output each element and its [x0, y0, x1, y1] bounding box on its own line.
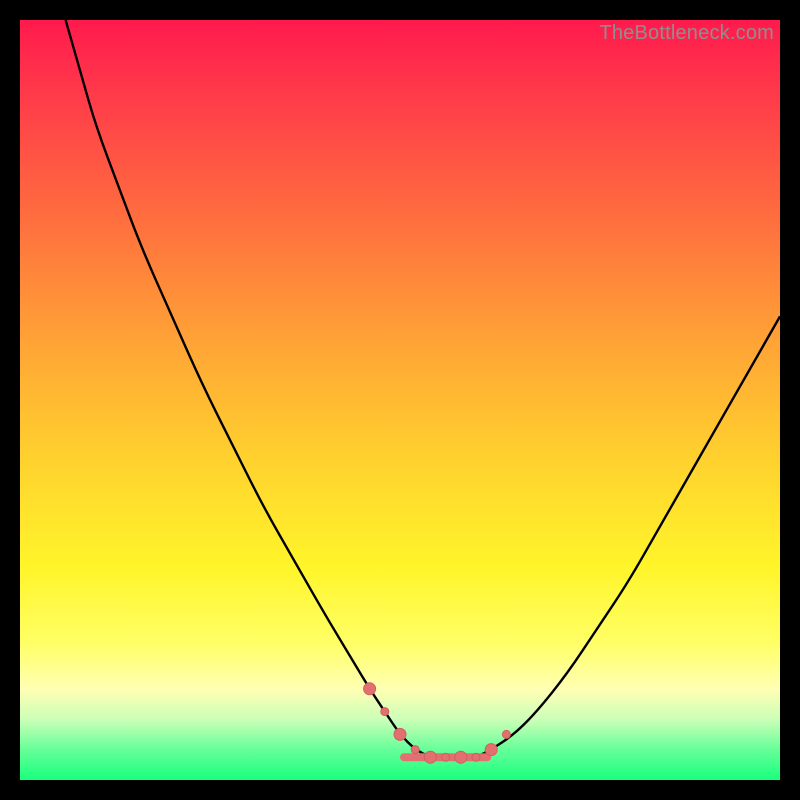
- chart-frame: TheBottleneck.com: [20, 20, 780, 780]
- watermark-text: TheBottleneck.com: [599, 22, 774, 45]
- curve-marker: [394, 728, 406, 740]
- curve-marker: [472, 753, 480, 761]
- curve-marker: [455, 751, 467, 763]
- curve-marker: [381, 708, 389, 716]
- curve-marker: [364, 683, 376, 695]
- curve-marker: [442, 753, 450, 761]
- curve-marker: [485, 744, 497, 756]
- chart-background: [20, 20, 780, 780]
- curve-marker: [502, 730, 510, 738]
- curve-marker: [424, 751, 436, 763]
- curve-marker: [411, 746, 419, 754]
- chart-svg: [20, 20, 780, 780]
